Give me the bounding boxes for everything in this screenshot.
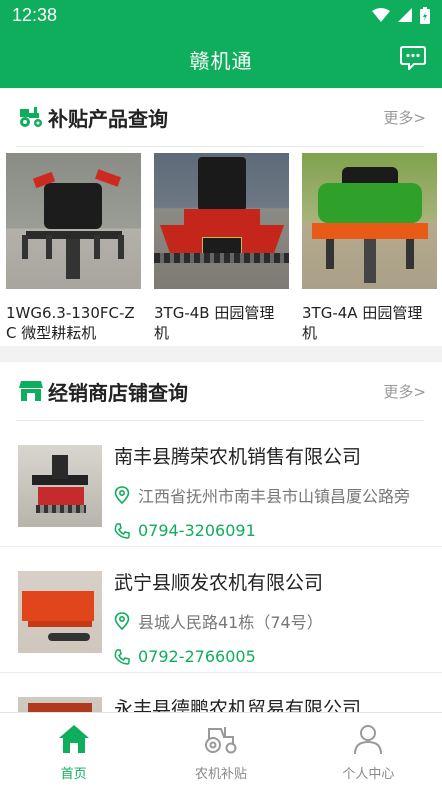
product-card[interactable]: 1WG6.3-130FC-ZC 微型耕耘机 [6,153,141,345]
location-icon [114,612,130,630]
product-name: 3TG-4B 田园管理机 [154,304,275,342]
product-image [154,153,289,289]
product-name: 1WG6.3-130FC-ZC 微型耕耘机 [6,304,135,342]
product-card[interactable]: 3TG-4A 田园管理机 [302,153,437,345]
products-section-title: 补贴产品查询 [48,106,168,131]
app-header: 赣机通 [0,30,442,88]
product-image [6,153,141,289]
dealers-more-link[interactable]: 更多> [383,381,426,402]
phone-icon [114,648,130,665]
product-name: 3TG-4A 田园管理机 [302,304,423,342]
home-icon [58,725,89,753]
dealers-section: 经销商店铺查询 更多> 南丰县腾荣农机销售有限公司 江西省抚州市南丰县市山镇昌厦… [0,362,442,712]
wifi-icon [372,8,390,22]
dealer-address: 县城人民路41栋（74号） [138,613,323,632]
tab-home[interactable]: 首页 [0,713,147,786]
tab-label: 农机补贴 [194,767,247,782]
tractor-icon [20,107,42,127]
status-bar: 12:38 [0,0,442,30]
dealer-name: 永丰县德鹏农机贸易有限公司 [114,698,362,712]
phone-icon [114,522,130,539]
page-title: 赣机通 [189,48,253,73]
product-card[interactable]: 3TG-4B 田园管理机 [154,153,289,345]
battery-icon [420,6,430,24]
tab-label: 首页 [60,767,87,782]
dealers-section-header: 经销商店铺查询 更多> [0,362,442,420]
products-section-header: 补贴产品查询 更多> [0,88,442,146]
person-icon [354,725,383,755]
dealer-address: 江西省抚州市南丰县市山镇昌厦公路旁 [138,487,411,506]
dealer-name: 南丰县腾荣农机销售有限公司 [114,446,362,468]
dealer-image [18,697,102,712]
products-section: 补贴产品查询 更多> 1WG6.3-130FC-ZC 微型耕耘机 3TG-4B … [0,88,442,346]
tab-label: 个人中心 [342,767,395,782]
message-icon[interactable] [400,46,426,70]
dealers-section-title: 经销商店铺查询 [48,380,188,405]
status-time: 12:38 [12,4,58,25]
products-more-link[interactable]: 更多> [383,107,426,128]
tractor-icon [204,727,237,754]
dealer-phone[interactable]: 0792-2766005 [138,647,256,666]
tab-subsidy[interactable]: 农机补贴 [147,713,294,786]
product-image [302,153,437,289]
tab-profile[interactable]: 个人中心 [295,713,442,786]
dealer-item[interactable]: 武宁县顺发农机有限公司 县城人民路41栋（74号） 0792-2766005 [0,547,442,673]
dealer-item[interactable]: 永丰县德鹏农机贸易有限公司 [0,673,442,712]
dealer-image [18,571,102,653]
tab-bar: 首页 农机补贴 个人中心 [0,712,442,786]
dealer-item[interactable]: 南丰县腾荣农机销售有限公司 江西省抚州市南丰县市山镇昌厦公路旁 0794-320… [0,421,442,547]
dealer-image [18,445,102,527]
dealer-name: 武宁县顺发农机有限公司 [114,572,324,594]
location-icon [114,486,130,504]
signal-icon [398,8,412,22]
dealer-phone[interactable]: 0794-3206091 [138,521,256,540]
shop-icon [19,381,43,401]
